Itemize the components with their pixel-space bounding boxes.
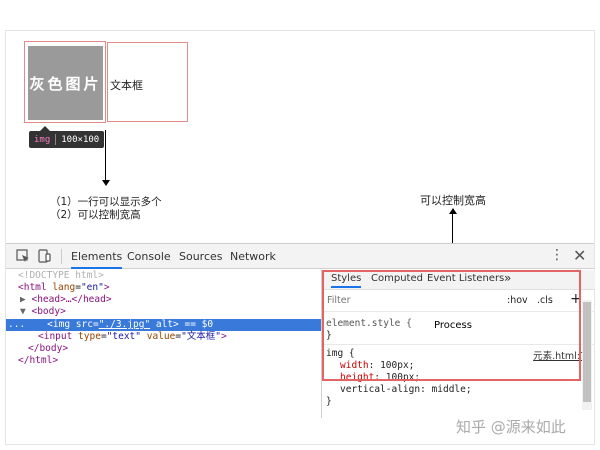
tab-console[interactable]: Console [127, 244, 171, 269]
toolbar-separator [61, 249, 62, 264]
dom-line-html[interactable]: <html lang="en"> [6, 282, 321, 294]
input-tag: <input [38, 331, 79, 342]
tooltip-size: 100×100 [61, 134, 100, 145]
tab-network[interactable]: Network [230, 244, 276, 269]
watermark: 知乎 @源来如此 [456, 418, 566, 436]
arrow-down-head-icon [102, 180, 110, 186]
img-selector: img { [326, 348, 355, 359]
dom-line-head[interactable]: ▶ <head>…</head> [6, 294, 321, 306]
html-val: "en" [80, 282, 104, 293]
close-icon[interactable]: ✕ [573, 246, 586, 265]
prop-vertical-align[interactable]: vertical-align: middle; [326, 384, 472, 396]
collapse-down-icon[interactable]: ▼ [20, 306, 26, 317]
devtools-tabbar: Elements Console Sources Network ⋮ ✕ [6, 244, 594, 269]
img-tag: <img [47, 319, 76, 330]
img-rule: img { width: 100px; height: 100px; verti… [326, 348, 472, 408]
inspect-icon[interactable] [16, 249, 30, 263]
prop-height[interactable]: height: 100px; [326, 372, 472, 384]
input-attr-type: type [78, 331, 101, 342]
img-val-src[interactable]: "./3.jpg" [99, 319, 150, 330]
device-toolbar-icon[interactable] [37, 249, 51, 263]
scrollbar-thumb[interactable] [583, 302, 591, 402]
input-attr-value: value [146, 331, 176, 342]
dom-tree: <!DOCTYPE html> <html lang="en"> ▶ <head… [6, 270, 321, 418]
hov-toggle[interactable]: :hov [507, 295, 528, 306]
input-val-type: "text" [106, 331, 141, 342]
tab-styles[interactable]: Styles [331, 273, 362, 288]
img-rest: alt> == $0 [150, 319, 214, 330]
styles-scrollbar[interactable] [582, 300, 592, 410]
element-style-selector: element.style { [326, 318, 412, 329]
text-input-box[interactable] [107, 42, 188, 122]
rule-divider [322, 344, 595, 345]
tab-sources[interactable]: Sources [179, 244, 223, 269]
filter-row: :hov .cls + [322, 290, 595, 312]
arrow-down-line [105, 130, 106, 182]
prop-width-value: 100px; [380, 360, 415, 371]
styles-panel: Styles Computed Event Listeners » :hov .… [321, 270, 595, 418]
left-annotation: （1）一行可以显示多个 （2）可以控制宽高 [50, 196, 162, 222]
devtools-panel: Elements Console Sources Network ⋮ ✕ <!D… [6, 243, 595, 418]
prop-vertical-align-value: middle; [431, 384, 472, 395]
html-attr: lang [52, 282, 76, 293]
body-tag: <body> [31, 306, 66, 317]
gray-image: 灰色图片 [28, 46, 103, 120]
filter-input[interactable] [327, 295, 477, 306]
element-style-close: } [326, 330, 332, 341]
dom-line-body[interactable]: ▼ <body> [6, 306, 321, 318]
text-input-field[interactable] [110, 78, 187, 91]
dom-line-html-close[interactable]: </html> [6, 355, 321, 367]
styles-tabbar: Styles Computed Event Listeners » [322, 270, 595, 290]
ellipsis-icon[interactable]: ... [8, 319, 25, 330]
tab-elements[interactable]: Elements [71, 244, 123, 269]
prop-width-name: width [340, 360, 369, 371]
prop-vertical-align-name: vertical-align [340, 384, 421, 395]
dom-line-input[interactable]: <input type="text" value="文本框"> [6, 331, 321, 343]
body-close-tag: </body> [28, 343, 69, 354]
element-style-rule: element.style { } [326, 318, 412, 342]
add-rule-icon[interactable]: + [570, 291, 582, 307]
prop-height-value: 100px; [385, 372, 421, 383]
process-label: Process [434, 320, 472, 331]
left-note-line2: （2）可以控制宽高 [50, 209, 141, 221]
html-close-tag: </html> [18, 355, 59, 366]
source-link[interactable]: 元素.html:7 [533, 348, 586, 362]
dom-line-doctype[interactable]: <!DOCTYPE html> [6, 270, 321, 282]
prop-width[interactable]: width: 100px; [326, 360, 472, 372]
tab-event-listeners[interactable]: Event Listeners [427, 273, 504, 284]
left-note-line1: （1）一行可以显示多个 [50, 196, 162, 208]
tooltip-tag: img [34, 134, 51, 145]
tab-computed[interactable]: Computed [371, 273, 423, 284]
right-annotation: 可以控制宽高 [420, 194, 486, 207]
gray-image-text: 灰色图片 [29, 74, 102, 93]
img-rule-close: } [326, 396, 332, 407]
more-tabs-icon[interactable]: » [504, 271, 511, 285]
cls-toggle[interactable]: .cls [537, 295, 553, 306]
more-vertical-icon[interactable]: ⋮ [550, 248, 564, 262]
element-size-tooltip: img 100×100 [29, 131, 105, 148]
dom-line-img-selected[interactable]: ... <img src="./3.jpg" alt> == $0 [6, 319, 321, 331]
dom-line-body-close[interactable]: </body> [6, 343, 321, 355]
input-val-value: "文本框" [181, 331, 222, 342]
expand-right-icon[interactable]: ▶ [20, 294, 26, 305]
img-attr-src: src [75, 319, 93, 330]
head-tag: <head>…</head> [31, 294, 112, 305]
arrow-up-head-icon [449, 208, 457, 214]
prop-height-name: height [340, 372, 375, 383]
html-tag: <html [18, 282, 53, 293]
tooltip-separator [55, 134, 57, 145]
doctype-text: <!DOCTYPE html> [18, 270, 104, 281]
